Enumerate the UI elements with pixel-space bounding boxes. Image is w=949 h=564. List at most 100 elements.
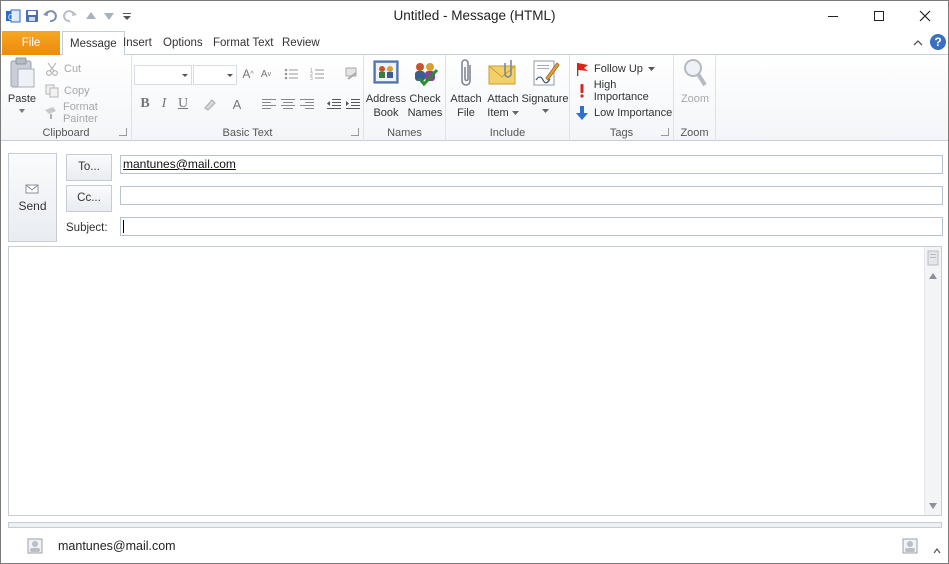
check-names-button[interactable]: Check Names — [406, 57, 444, 120]
numbering-icon[interactable]: 123 — [309, 65, 327, 83]
attach-item-button[interactable]: Attach Item — [484, 57, 522, 120]
tab-insert[interactable]: Insert — [116, 31, 159, 55]
text-caret — [123, 220, 124, 234]
to-field[interactable]: mantunes@mail.com — [120, 155, 943, 174]
high-importance-button[interactable]: High Importance — [574, 79, 673, 103]
address-book-button[interactable]: Address Book — [366, 57, 406, 120]
bold-icon[interactable]: B — [136, 95, 154, 113]
font-name-combo[interactable] — [134, 65, 192, 85]
paste-dropdown-icon — [19, 109, 25, 113]
title-bar: O Untitled - Message (HTML) — [1, 1, 948, 31]
paste-label: Paste — [7, 93, 37, 105]
signature-button[interactable]: Signature — [521, 57, 569, 114]
ribbon: Paste Cut Copy Format Painter Clipboard … — [1, 55, 948, 141]
tags-group: Follow Up High Importance Low Importance… — [570, 55, 674, 141]
tab-file[interactable]: File — [2, 31, 60, 55]
include-group-label: Include — [489, 127, 526, 139]
high-importance-icon — [574, 83, 590, 99]
ribbon-tabs: File Message Insert Options Format Text … — [1, 31, 948, 56]
copy-button[interactable]: Copy — [44, 81, 90, 101]
message-body-editor[interactable] — [8, 246, 942, 516]
contact-avatar-icon[interactable] — [27, 538, 43, 557]
svg-text:3: 3 — [310, 76, 313, 81]
cc-button[interactable]: Cc... — [66, 185, 112, 212]
people-pane-contact[interactable]: mantunes@mail.com — [58, 539, 176, 553]
decrease-indent-icon[interactable] — [325, 95, 343, 113]
align-center-icon[interactable] — [279, 95, 297, 113]
zoom-group: Zoom Zoom — [674, 55, 716, 141]
format-painter-label: Format Painter — [62, 101, 98, 125]
close-icon — [919, 10, 931, 22]
attach-item-icon — [487, 57, 519, 89]
tab-format-text[interactable]: Format Text — [206, 31, 281, 55]
send-button[interactable]: Send — [8, 153, 57, 242]
tags-launcher-icon[interactable] — [661, 128, 669, 136]
address-book-label-line2: Book — [373, 107, 399, 119]
collapse-ribbon-icon[interactable] — [912, 37, 924, 49]
clipboard-launcher-icon[interactable] — [119, 128, 127, 136]
signature-icon — [529, 57, 561, 89]
outlook-message-window: O Untitled - Message (HTML) File Message… — [0, 0, 949, 564]
title-suffix: Message (HTML) — [451, 8, 556, 23]
increase-indent-icon[interactable] — [344, 95, 362, 113]
font-size-combo[interactable] — [193, 65, 237, 85]
clipboard-group: Paste Cut Copy Format Painter Clipboard — [1, 55, 132, 141]
minimize-icon — [828, 16, 838, 17]
help-icon[interactable]: ? — [930, 34, 946, 50]
zoom-button[interactable]: Zoom — [676, 57, 714, 106]
tags-group-label: Tags — [609, 127, 634, 139]
zoom-label: Zoom — [680, 93, 710, 105]
basic-text-group-label: Basic Text — [222, 127, 273, 139]
grow-font-icon[interactable]: A ^ — [239, 65, 257, 83]
scroll-up-icon[interactable] — [926, 269, 940, 283]
align-right-icon[interactable] — [298, 95, 316, 113]
clear-formatting-icon[interactable] — [343, 65, 361, 83]
attach-item-dropdown-icon — [511, 111, 519, 115]
magnifier-icon — [679, 57, 711, 89]
include-group: Attach File Attach Item Signature Includ… — [446, 55, 570, 141]
copy-label: Copy — [64, 85, 90, 97]
clipboard-group-label: Clipboard — [42, 127, 90, 139]
copy-icon — [44, 83, 60, 99]
people-pane: mantunes@mail.com — [1, 531, 948, 563]
expand-people-pane-icon[interactable] — [933, 543, 941, 557]
people-pane-avatar-icon[interactable] — [902, 538, 918, 557]
check-names-label-line1: Check — [409, 93, 441, 105]
font-color-icon[interactable]: A — [228, 95, 246, 113]
follow-up-label: Follow Up — [594, 63, 643, 75]
format-painter-button[interactable]: Format Painter — [44, 101, 131, 125]
people-pane-splitter[interactable] — [8, 522, 942, 528]
cc-field[interactable] — [120, 186, 943, 205]
window-title: Untitled - Message (HTML) — [1, 8, 948, 23]
shrink-font-icon[interactable]: Av — [257, 65, 275, 83]
flag-icon — [574, 61, 590, 77]
close-button[interactable] — [902, 1, 948, 31]
tab-options[interactable]: Options — [156, 31, 210, 55]
attach-file-button[interactable]: Attach File — [448, 57, 484, 120]
cut-button[interactable]: Cut — [44, 59, 81, 79]
address-book-icon — [370, 57, 402, 89]
follow-up-button[interactable]: Follow Up — [574, 59, 655, 79]
bullets-icon[interactable] — [283, 65, 301, 83]
highlight-icon[interactable] — [201, 95, 219, 113]
attach-file-label-line2: File — [457, 107, 475, 119]
title-text: Untitled — [393, 8, 440, 23]
underline-icon[interactable]: U — [174, 95, 192, 113]
signature-label: Signature — [521, 93, 569, 105]
italic-icon[interactable]: I — [155, 95, 173, 113]
to-button[interactable]: To... — [66, 154, 112, 181]
basic-text-launcher-icon[interactable] — [351, 128, 359, 136]
minimize-button[interactable] — [810, 1, 856, 31]
attach-item-label-line1: Attach — [487, 93, 519, 105]
paste-button[interactable]: Paste — [5, 57, 39, 114]
tab-review[interactable]: Review — [275, 31, 327, 55]
follow-up-dropdown-icon — [647, 66, 655, 71]
title-separator: - — [443, 8, 448, 23]
align-left-icon[interactable] — [260, 95, 278, 113]
vertical-scrollbar[interactable] — [924, 247, 941, 515]
scroll-down-icon[interactable] — [926, 499, 940, 513]
maximize-button[interactable] — [856, 1, 902, 31]
ruler-toggle-icon[interactable] — [926, 249, 940, 267]
low-importance-button[interactable]: Low Importance — [574, 103, 672, 123]
subject-field[interactable] — [120, 217, 943, 236]
